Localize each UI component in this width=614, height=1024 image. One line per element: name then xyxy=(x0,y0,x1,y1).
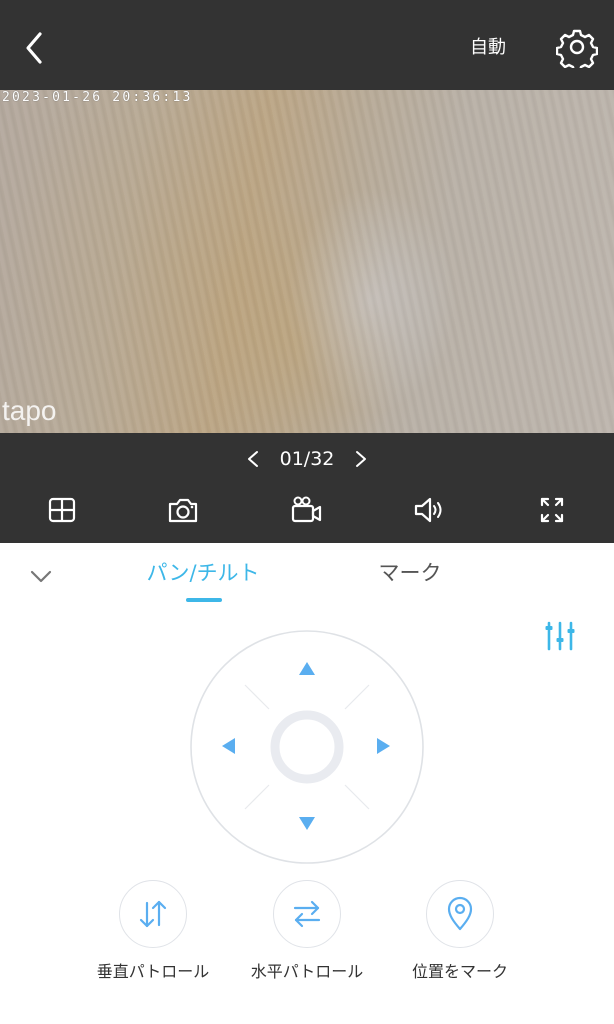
location-pin-icon xyxy=(447,896,473,931)
joystick-graphic xyxy=(190,630,424,864)
collapse-button[interactable] xyxy=(24,561,58,591)
fullscreen-button[interactable] xyxy=(534,495,570,525)
pan-tilt-joystick[interactable] xyxy=(189,629,425,865)
settings-button[interactable] xyxy=(555,26,599,73)
snapshot-button[interactable] xyxy=(165,495,201,525)
active-tab-indicator xyxy=(186,598,222,602)
chevron-down-icon xyxy=(30,570,52,583)
vertical-patrol-label: 垂直パトロール xyxy=(96,962,210,981)
horizontal-patrol-button[interactable] xyxy=(273,880,341,948)
tapo-watermark: tapo xyxy=(2,395,57,426)
chevron-right-icon xyxy=(356,451,366,467)
tab-mark[interactable]: マーク xyxy=(360,555,460,591)
mark-position-action[interactable]: 位置をマーク xyxy=(390,880,530,990)
control-tabs: パン/チルト マーク xyxy=(0,543,614,613)
mark-position-label: 位置をマーク xyxy=(411,962,508,981)
record-button[interactable] xyxy=(289,495,325,525)
chevron-left-icon xyxy=(248,451,258,467)
layout-grid-icon xyxy=(48,497,76,523)
mark-position-button[interactable] xyxy=(426,880,494,948)
top-bar: 自動 xyxy=(0,0,614,90)
fullscreen-icon xyxy=(540,497,564,523)
pager-counter: 01/32 xyxy=(279,448,335,470)
vertical-patrol-action[interactable]: 垂直パトロール xyxy=(83,880,223,990)
horizontal-arrows-icon xyxy=(293,900,321,928)
video-record-icon xyxy=(291,496,322,523)
speaker-button[interactable] xyxy=(411,495,447,525)
camera-pager: 01/32 xyxy=(0,443,614,475)
speaker-icon xyxy=(414,497,442,523)
pager-prev-button[interactable] xyxy=(238,445,268,473)
video-control-bar: 01/32 xyxy=(0,433,614,543)
auto-mode-button[interactable]: 自動 xyxy=(470,34,530,62)
pager-next-button[interactable] xyxy=(346,445,376,473)
adjust-settings-button[interactable] xyxy=(540,618,580,654)
horizontal-patrol-action[interactable]: 水平パトロール xyxy=(237,880,377,990)
gear-icon xyxy=(555,29,599,73)
camera-icon xyxy=(168,498,198,523)
vertical-patrol-button[interactable] xyxy=(119,880,187,948)
camera-live-view[interactable]: 2023-01-26 20:36:13 tapo xyxy=(0,90,614,433)
vertical-arrows-icon xyxy=(139,900,167,928)
chevron-left-icon xyxy=(26,32,42,64)
horizontal-patrol-label: 水平パトロール xyxy=(250,962,364,981)
layout-grid-button[interactable] xyxy=(44,495,80,525)
back-button[interactable] xyxy=(18,28,52,68)
video-timestamp: 2023-01-26 20:36:13 xyxy=(2,90,193,105)
tab-pan-tilt[interactable]: パン/チルト xyxy=(136,555,270,591)
sliders-icon xyxy=(545,621,575,651)
